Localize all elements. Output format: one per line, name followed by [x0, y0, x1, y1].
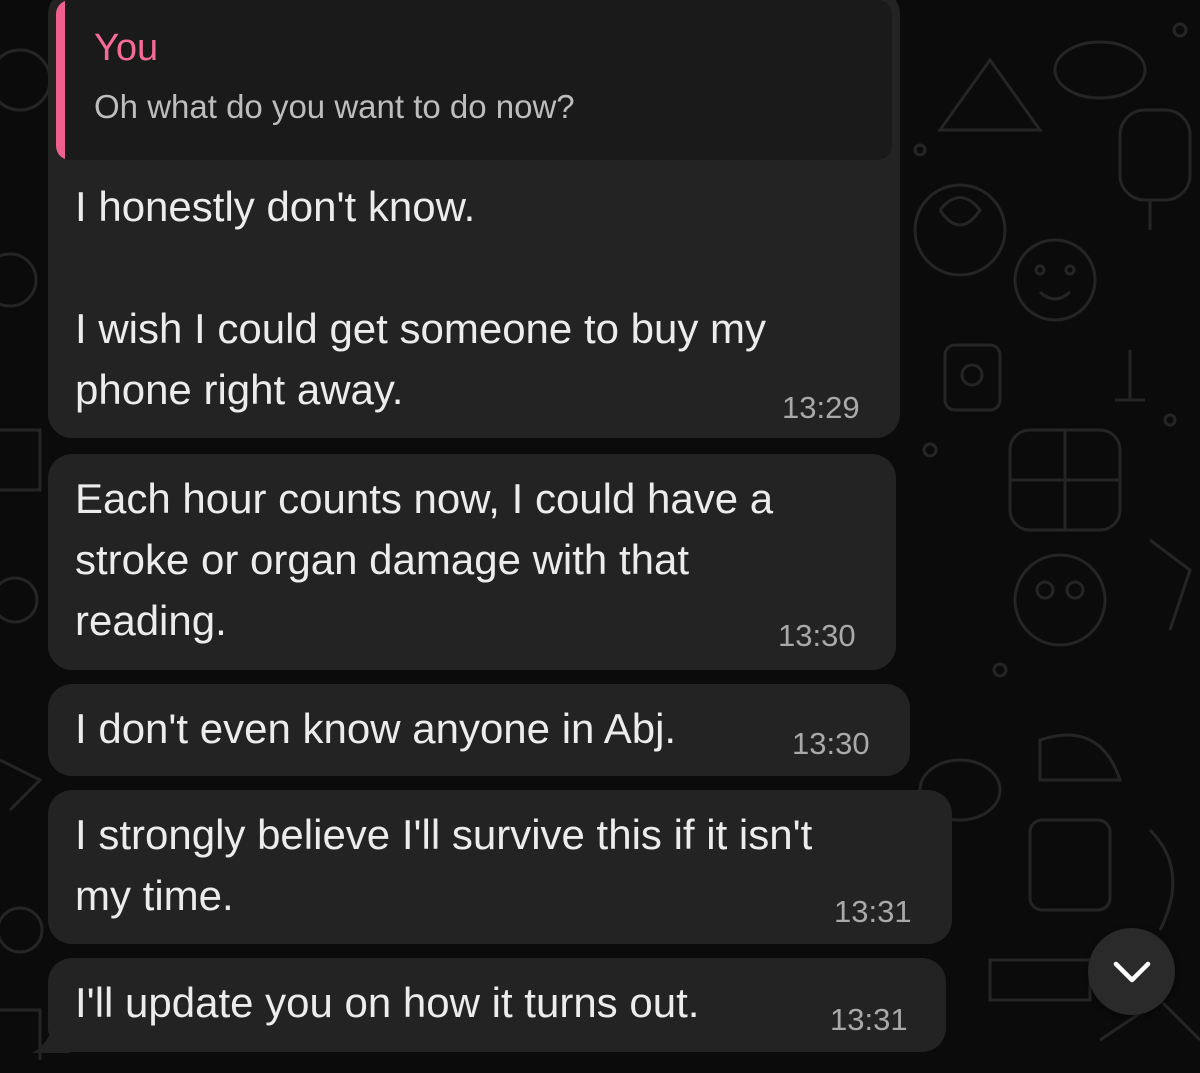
quoted-reply[interactable]: You Oh what do you want to do now? — [56, 0, 892, 160]
message-time: 13:30 — [778, 618, 856, 653]
message-bubble-3[interactable]: I don't even know anyone in Abj. 13:30 — [48, 684, 910, 776]
message-bubble-5[interactable]: I'll update you on how it turns out. 13:… — [48, 958, 946, 1052]
message-text: I honestly don't know. I wish I could ge… — [75, 183, 767, 413]
quote-accent-bar — [56, 0, 65, 160]
message-time: 13:31 — [830, 1002, 908, 1037]
message-time: 13:31 — [834, 894, 912, 929]
quote-text: Oh what do you want to do now? — [94, 88, 575, 125]
quote-author: You — [94, 27, 159, 69]
chevron-down-icon — [1113, 961, 1150, 982]
message-time: 13:29 — [782, 390, 860, 425]
message-time: 13:30 — [792, 726, 870, 761]
message-text: I don't even know anyone in Abj. — [75, 705, 677, 752]
message-bubble-1[interactable]: You Oh what do you want to do now? I hon… — [48, 0, 900, 438]
message-text: Each hour counts now, I could have a str… — [75, 475, 774, 644]
message-text: I strongly believe I'll survive this if … — [75, 811, 813, 919]
message-text: I'll update you on how it turns out. — [75, 979, 700, 1026]
scroll-to-bottom-button[interactable] — [1088, 928, 1175, 1015]
bubble-tail — [32, 1015, 70, 1053]
message-bubble-4[interactable]: I strongly believe I'll survive this if … — [48, 790, 952, 944]
message-bubble-2[interactable]: Each hour counts now, I could have a str… — [48, 454, 896, 670]
